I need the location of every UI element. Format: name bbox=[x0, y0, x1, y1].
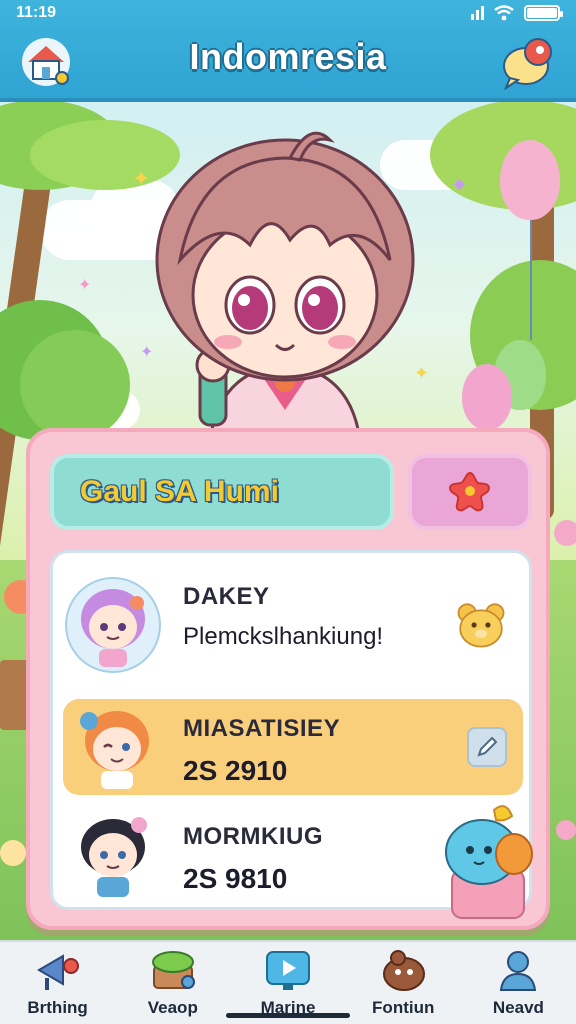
home-indicator[interactable] bbox=[226, 1013, 350, 1018]
tab-marine[interactable]: Marine bbox=[230, 942, 345, 1024]
wifi-icon bbox=[494, 5, 514, 21]
megaphone-icon bbox=[33, 948, 83, 992]
tab-brthing[interactable]: Brthing bbox=[0, 942, 115, 1024]
signal-icon bbox=[471, 6, 484, 20]
tab-label: Veaop bbox=[147, 998, 198, 1017]
name-bar[interactable]: Gaul SA Humi bbox=[50, 454, 394, 530]
avatar bbox=[67, 695, 167, 795]
favorite-button[interactable] bbox=[408, 454, 532, 530]
tab-fontiun[interactable]: Fontiun bbox=[346, 942, 461, 1024]
list-item-label: DAKEY bbox=[183, 583, 270, 610]
tab-bar: Brthing Veaop Marine Fontiun Neavd bbox=[0, 940, 576, 1024]
chat-bubble-icon[interactable] bbox=[500, 34, 556, 90]
play-screen-icon bbox=[263, 948, 313, 992]
list-item-score: 2S 9810 bbox=[183, 863, 288, 894]
brown-creature-icon bbox=[378, 948, 428, 992]
avatar bbox=[63, 575, 163, 675]
status-bar: 11:19 bbox=[0, 0, 576, 26]
battery-icon bbox=[524, 5, 563, 21]
app-title: Indomresia bbox=[189, 36, 387, 77]
tab-veaop[interactable]: Veaop bbox=[115, 942, 230, 1024]
star-icon bbox=[448, 471, 491, 512]
person-icon bbox=[493, 948, 543, 992]
tab-label: Neavd bbox=[492, 998, 544, 1017]
list-item-label: MIASATISIEY bbox=[183, 715, 341, 742]
status-time: 11:19 bbox=[16, 4, 57, 21]
player-name: Gaul SA Humi bbox=[80, 475, 279, 508]
garden-box-icon bbox=[148, 948, 198, 992]
avatar bbox=[63, 805, 163, 905]
list-item[interactable]: DAKEY Plemckslhankiung! bbox=[53, 563, 529, 687]
list-item-status: Plemckslhankiung! bbox=[183, 623, 384, 650]
edit-icon[interactable] bbox=[467, 727, 507, 767]
teddy-bear-icon[interactable] bbox=[455, 599, 507, 651]
list-item-label: MORMKIUG bbox=[183, 823, 323, 850]
list-item-score: 2S 2910 bbox=[183, 755, 288, 786]
tab-label: Fontiun bbox=[372, 998, 435, 1017]
tab-neavd[interactable]: Neavd bbox=[461, 942, 576, 1024]
tab-label: Brthing bbox=[27, 998, 88, 1017]
list-item-selected[interactable]: MIASATISIEY 2S 2910 bbox=[63, 699, 523, 795]
character-illustration bbox=[140, 120, 430, 442]
blue-pet-icon[interactable] bbox=[438, 800, 538, 922]
